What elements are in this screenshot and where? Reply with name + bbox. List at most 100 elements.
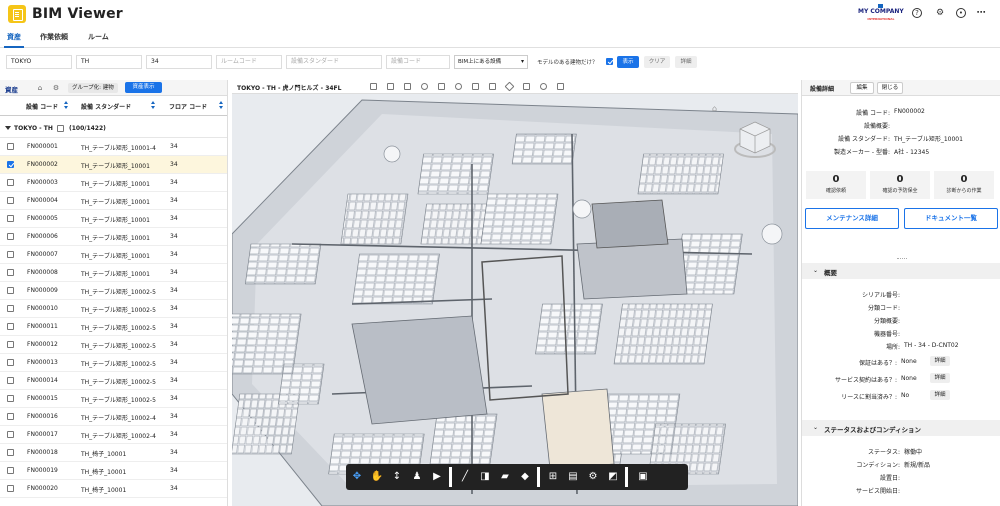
bim-viewer[interactable]: TOKYO - TH - 虎ノ門ヒルズ - 34FL ⌂ ✥ ✋ ↕ ♟ ▶ ╱… — [232, 80, 798, 506]
gear-icon[interactable]: ⚙ — [586, 470, 600, 484]
table-row[interactable]: FN000010 TH_テーブル矩形_10002-5 34 — [0, 300, 227, 318]
row-checkbox[interactable] — [7, 143, 14, 150]
group-checkbox[interactable] — [57, 125, 64, 132]
sort-icon[interactable] — [64, 101, 68, 110]
table-row[interactable]: FN000001 TH_テーブル矩形_10001-4 34 — [0, 138, 227, 156]
status-section-header[interactable]: ⌄ ステータスおよびコンディション — [802, 420, 1000, 436]
table-row[interactable]: FN000014 TH_テーブル矩形_10002-5 34 — [0, 372, 227, 390]
stat-preventive[interactable]: 0 確認の予防保全 — [870, 171, 930, 199]
table-row[interactable]: FN000004 TH_テーブル矩形_10001 34 — [0, 192, 227, 210]
row-checkbox[interactable] — [7, 305, 14, 312]
row-checkbox[interactable] — [7, 449, 14, 456]
first-person-icon[interactable]: ♟ — [410, 470, 424, 484]
row-checkbox[interactable] — [7, 215, 14, 222]
row-checkbox[interactable] — [7, 377, 14, 384]
group-row[interactable]: TOKYO - TH (100/1422) — [0, 120, 227, 138]
detail-button[interactable]: 詳細 — [930, 356, 950, 366]
zoom-icon[interactable]: ↕ — [390, 470, 404, 484]
table-row[interactable]: FN000018 TH_椅子_10001 34 — [0, 444, 227, 462]
table-row[interactable]: FN000002 TH_テーブル矩形_10001 34 — [0, 156, 227, 174]
clear-button[interactable]: クリア — [644, 56, 670, 68]
summary-section-header[interactable]: ⌄ 概要 — [802, 263, 1000, 279]
table-row[interactable]: FN000019 TH_椅子_10001 34 — [0, 462, 227, 480]
table-row[interactable]: FN000009 TH_テーブル矩形_10002-5 34 — [0, 282, 227, 300]
grid-icon[interactable] — [387, 83, 394, 90]
orbit-icon[interactable]: ✥ — [350, 470, 364, 484]
camera-icon[interactable]: ▶ — [430, 470, 444, 484]
row-checkbox[interactable] — [7, 359, 14, 366]
table-row[interactable]: FN000003 TH_テーブル矩形_10001 34 — [0, 174, 227, 192]
explode-icon[interactable]: ▰ — [498, 470, 512, 484]
tab-work-requests[interactable]: 作業依頼 — [40, 32, 68, 42]
document-list-button[interactable]: ドキュメント一覧 — [904, 208, 998, 229]
detail-button[interactable]: 詳細 — [930, 390, 950, 400]
detail-button[interactable]: 詳細 — [930, 373, 950, 383]
info-icon[interactable]: ▣ — [636, 470, 650, 484]
close-button[interactable]: 閉じる — [877, 82, 903, 94]
refresh-icon[interactable] — [455, 83, 462, 90]
table-row[interactable]: FN000015 TH_テーブル矩形_10002-5 34 — [0, 390, 227, 408]
chevron-down-icon[interactable]: ⌄ — [813, 267, 818, 274]
row-checkbox[interactable] — [7, 341, 14, 348]
row-checkbox[interactable] — [7, 467, 14, 474]
user-icon[interactable]: • — [956, 8, 966, 18]
table-row[interactable]: FN000016 TH_テーブル矩形_10002-4 34 — [0, 408, 227, 426]
equipment-standard-input[interactable]: 設備スタンダード — [286, 55, 382, 69]
tab-assets[interactable]: 資産 — [7, 32, 21, 42]
row-checkbox[interactable] — [7, 287, 14, 294]
cube-icon[interactable]: ◆ — [518, 470, 532, 484]
row-checkbox[interactable] — [7, 485, 14, 492]
layers-icon[interactable] — [370, 83, 377, 90]
table-row[interactable]: FN000007 TH_テーブル矩形_10001 34 — [0, 246, 227, 264]
table-row[interactable]: FN000017 TH_テーブル矩形_10002-4 34 — [0, 426, 227, 444]
sort-icon[interactable] — [219, 101, 223, 110]
table-row[interactable]: FN000012 TH_テーブル矩形_10002-5 34 — [0, 336, 227, 354]
col-equipment-code[interactable]: 設備 コード — [26, 102, 58, 111]
view-cube[interactable] — [732, 116, 778, 162]
maintenance-detail-button[interactable]: メンテナンス詳細 — [805, 208, 899, 229]
stat-work-requests[interactable]: 0 確認依頼 — [806, 171, 866, 199]
viewer-home-icon[interactable]: ⌂ — [712, 104, 721, 113]
settings-icon[interactable]: ⚙ — [935, 8, 945, 18]
row-checkbox[interactable] — [7, 413, 14, 420]
asset-display-button[interactable]: 資産表示 — [125, 82, 162, 93]
gear-icon[interactable]: ⚙ — [52, 84, 60, 92]
row-checkbox[interactable] — [7, 197, 14, 204]
table-row[interactable]: FN000005 TH_テーブル矩形_10001 34 — [0, 210, 227, 228]
room-code-input[interactable]: ルームコード — [216, 55, 282, 69]
home-icon[interactable]: ⌂ — [36, 84, 44, 92]
bim-select[interactable]: BIM上にある設備 — [454, 55, 528, 69]
chevron-down-icon[interactable]: ⌄ — [813, 424, 818, 431]
edit-button[interactable]: 編集 — [850, 82, 874, 94]
detail-button[interactable]: 詳細 — [675, 56, 697, 68]
chevron-down-icon[interactable] — [5, 126, 11, 130]
row-checkbox[interactable] — [7, 269, 14, 276]
table-row[interactable]: FN000013 TH_テーブル矩形_10002-5 34 — [0, 354, 227, 372]
row-checkbox[interactable] — [7, 233, 14, 240]
move-icon[interactable] — [504, 81, 515, 92]
row-checkbox[interactable] — [7, 431, 14, 438]
fullscreen-icon[interactable]: ◩ — [606, 470, 620, 484]
resize-grip[interactable] — [897, 258, 907, 260]
more-icon[interactable]: ⋯ — [976, 8, 986, 18]
equipment-code-input[interactable]: 設備コード — [386, 55, 450, 69]
show-button[interactable]: 表示 — [617, 56, 639, 68]
section-box-icon[interactable]: ◨ — [478, 470, 492, 484]
fit-icon[interactable] — [489, 83, 496, 90]
stat-diagnostic[interactable]: 0 診断からの作業 — [934, 171, 994, 199]
row-checkbox[interactable] — [7, 251, 14, 258]
share-icon[interactable] — [472, 83, 479, 90]
walk-icon[interactable] — [557, 83, 564, 90]
rotate-icon[interactable] — [421, 83, 428, 90]
row-checkbox[interactable] — [7, 395, 14, 402]
building-input[interactable]: TH — [76, 55, 142, 69]
sort-icon[interactable] — [151, 101, 155, 110]
site-input[interactable]: TOKYO — [6, 55, 72, 69]
group-by-button[interactable]: グループ化: 建物 — [68, 83, 118, 93]
cube-icon[interactable] — [438, 83, 445, 90]
box-icon[interactable] — [523, 83, 530, 90]
row-checkbox[interactable] — [7, 323, 14, 330]
table-row[interactable]: FN000008 TH_テーブル矩形_10001 34 — [0, 264, 227, 282]
floor-input[interactable]: 34 — [146, 55, 212, 69]
tab-rooms[interactable]: ルーム — [88, 32, 109, 42]
